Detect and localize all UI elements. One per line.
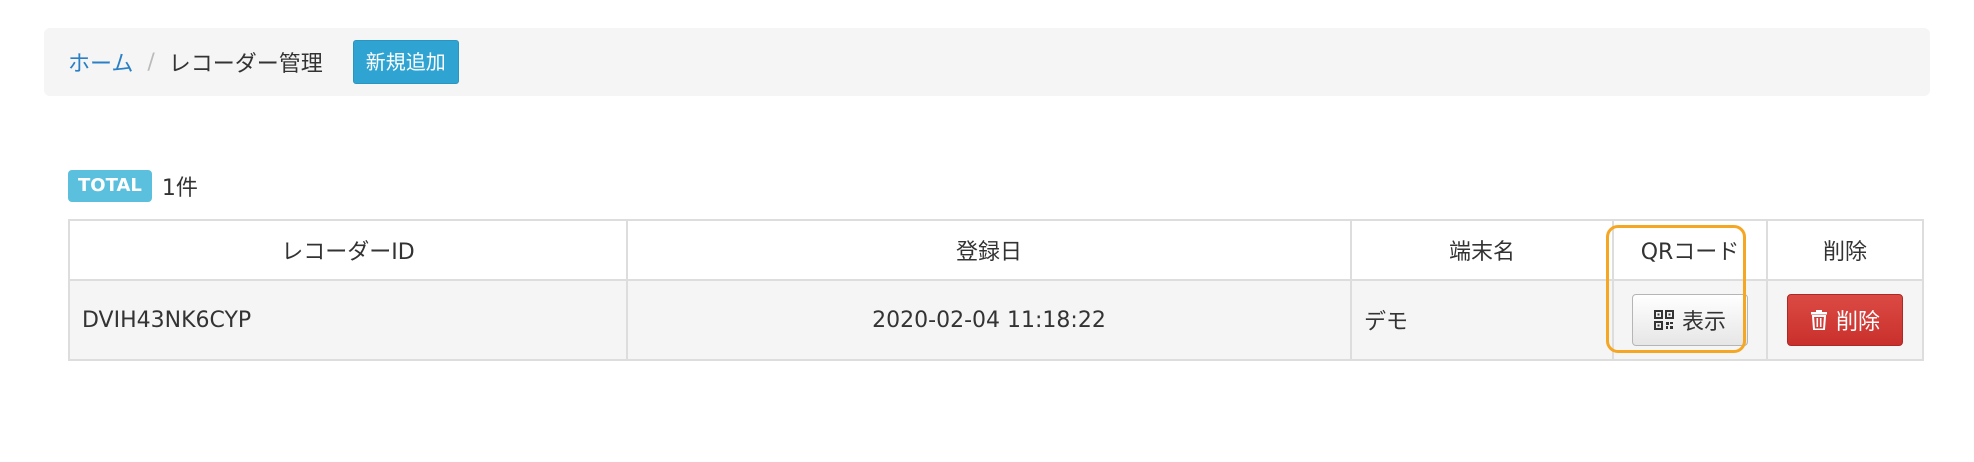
table-row: DVIH43NK6CYP 2020-02-04 11:18:22 デモ 表示 削…: [68, 279, 1924, 361]
cell-qr-code: 表示: [1612, 279, 1768, 361]
column-header-registered-at: 登録日: [626, 219, 1352, 281]
page: ホーム / レコーダー管理 新規追加 TOTAL 1件 レコーダーID 登録日 …: [0, 0, 1974, 462]
cell-recorder-id: DVIH43NK6CYP: [68, 279, 628, 361]
delete-button[interactable]: 削除: [1787, 294, 1903, 346]
total-badge: TOTAL: [68, 170, 152, 202]
recorder-table: レコーダーID 登録日 端末名 QRコード 削除 DVIH43NK6CYP 20…: [68, 219, 1924, 361]
cell-registered-at: 2020-02-04 11:18:22: [626, 279, 1352, 361]
delete-button-label: 削除: [1835, 310, 1880, 335]
trash-icon: [1810, 310, 1827, 330]
column-header-delete: 削除: [1766, 219, 1924, 281]
breadcrumb: ホーム / レコーダー管理 新規追加: [44, 28, 1930, 96]
table-header-row: レコーダーID 登録日 端末名 QRコード 削除: [68, 219, 1924, 281]
column-header-recorder-id: レコーダーID: [68, 219, 628, 281]
breadcrumb-current: レコーダー管理: [168, 52, 323, 77]
add-new-button[interactable]: 新規追加: [352, 40, 459, 84]
cell-device-name: デモ: [1350, 279, 1614, 361]
column-header-qr-code: QRコード: [1612, 219, 1768, 281]
show-qr-button[interactable]: 表示: [1632, 294, 1748, 346]
column-header-device-name: 端末名: [1350, 219, 1614, 281]
total-count: 1件: [161, 176, 198, 201]
qrcode-icon: [1653, 310, 1674, 330]
show-qr-button-label: 表示: [1681, 310, 1726, 335]
cell-delete: 削除: [1766, 279, 1924, 361]
breadcrumb-separator: /: [147, 49, 155, 75]
recorder-table-wrapper: レコーダーID 登録日 端末名 QRコード 削除 DVIH43NK6CYP 20…: [68, 219, 1924, 361]
total-summary: TOTAL 1件: [68, 170, 198, 202]
breadcrumb-home-link[interactable]: ホーム: [68, 46, 133, 78]
